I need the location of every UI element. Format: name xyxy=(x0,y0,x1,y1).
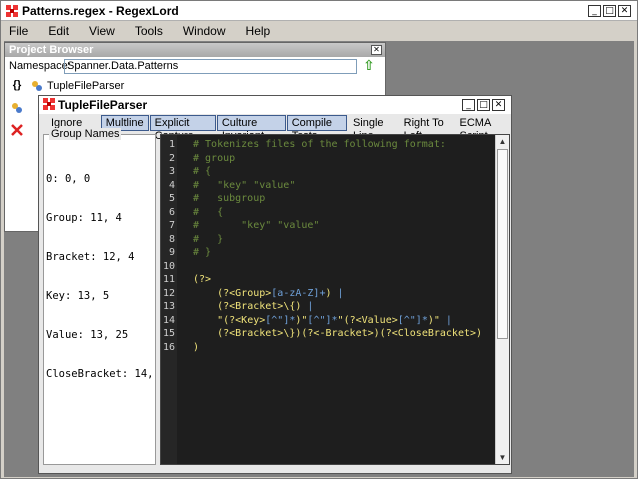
list-item[interactable]: CloseBracket: 14, 3 xyxy=(46,368,166,381)
line-number: 5 xyxy=(168,193,175,204)
pattern-editor-window: TupleFileParser _ □ ✕ Ignore Case Multli… xyxy=(38,95,512,474)
list-item[interactable]: Key: 13, 5 xyxy=(46,290,166,303)
code-line: # "key" "value" xyxy=(193,179,296,191)
project-browser-title[interactable]: Project Browser xyxy=(5,43,385,57)
add-pattern-icon[interactable] xyxy=(9,101,25,123)
code-line: "(?<Key>[^"]*)"[^"]*"(?<Value>[^"]*)" | xyxy=(193,314,452,326)
namespace-label: Namespace: xyxy=(9,60,71,72)
line-number: 16 xyxy=(162,341,175,353)
ecma-script-toggle[interactable]: ECMA Script xyxy=(455,115,510,142)
code-line: # } xyxy=(193,233,224,245)
group-names-list: 0: 0, 0 Group: 11, 4 Bracket: 12, 4 Key:… xyxy=(46,147,166,407)
code-line: (?<Bracket>\{) | xyxy=(217,301,314,312)
group-names-legend: Group Names xyxy=(49,128,122,140)
editor-window-title: TupleFileParser xyxy=(58,98,148,112)
list-item[interactable]: 0: 0, 0 xyxy=(46,173,166,186)
window-title: Patterns.regex - RegexLord xyxy=(22,3,179,18)
menu-file[interactable]: File xyxy=(9,24,28,38)
explicit-capture-toggle[interactable]: Explicit Capture xyxy=(149,115,216,142)
menu-bar: File Edit View Tools Window Help xyxy=(1,21,637,41)
code-line: ) xyxy=(193,341,200,353)
menu-view[interactable]: View xyxy=(89,24,115,38)
editor-vertical-scrollbar[interactable]: ▲ ▼ xyxy=(495,135,509,464)
menu-window[interactable]: Window xyxy=(183,24,226,38)
scrollbar-thumb[interactable] xyxy=(497,149,508,339)
scroll-up-icon[interactable]: ▲ xyxy=(496,135,509,148)
scroll-down-icon[interactable]: ▼ xyxy=(496,451,509,464)
code-line: (?<Bracket>\})(?<-Bracket>)(?<CloseBrack… xyxy=(217,328,483,339)
menu-tools[interactable]: Tools xyxy=(135,24,163,38)
single-line-toggle[interactable]: Single Line xyxy=(348,115,398,142)
line-number: 4 xyxy=(168,179,175,191)
line-number: 11 xyxy=(162,274,175,285)
editor-window-icon xyxy=(43,97,55,113)
list-item[interactable]: Group: 11, 4 xyxy=(46,212,166,225)
go-arrow-icon[interactable]: ⇧ xyxy=(361,58,377,74)
tree-node-label: TupleFileParser xyxy=(47,80,125,92)
editor-minimize-button[interactable]: _ xyxy=(462,99,475,111)
main-titlebar[interactable]: Patterns.regex - RegexLord _ □ ✕ xyxy=(1,1,637,21)
line-number: 9 xyxy=(168,247,175,258)
minimize-button[interactable]: _ xyxy=(588,4,601,17)
line-number: 1 xyxy=(168,139,175,150)
pattern-icon xyxy=(32,81,42,91)
project-browser-toolbar: {} xyxy=(9,79,25,145)
compile-tests-toggle[interactable]: Compile Tests xyxy=(286,115,347,142)
line-number: 12 xyxy=(162,287,175,299)
regex-code-editor[interactable]: 1 # Tokenizes files of the following form… xyxy=(160,134,510,465)
menu-help[interactable]: Help xyxy=(246,24,271,38)
delete-icon[interactable] xyxy=(9,123,25,145)
code-line: # } xyxy=(193,247,212,258)
line-number: 8 xyxy=(168,233,175,245)
tree-node[interactable]: TupleFileParser xyxy=(30,79,124,93)
app-icon xyxy=(5,4,19,18)
line-number: 3 xyxy=(168,166,175,177)
menu-edit[interactable]: Edit xyxy=(48,24,69,38)
code-line: # Tokenizes files of the following forma… xyxy=(193,139,446,150)
editor-titlebar[interactable]: TupleFileParser _ □ ✕ xyxy=(39,96,511,114)
list-item[interactable]: Bracket: 12, 4 xyxy=(46,251,166,264)
maximize-button[interactable]: □ xyxy=(603,4,616,17)
code-line: # subgroup xyxy=(193,193,266,204)
line-number: 13 xyxy=(162,301,175,312)
code-line: # { xyxy=(193,166,212,177)
project-browser-close-button[interactable]: ✕ xyxy=(371,45,382,55)
line-number: 6 xyxy=(168,206,175,218)
code-line: # "key" "value" xyxy=(193,220,320,231)
editor-close-button[interactable]: ✕ xyxy=(492,99,505,111)
list-item[interactable]: Value: 13, 25 xyxy=(46,329,166,342)
code-line: (?> xyxy=(193,274,212,285)
namespace-input[interactable]: Spanner.Data.Patterns xyxy=(64,59,357,74)
line-number: 14 xyxy=(162,314,175,326)
right-to-left-toggle[interactable]: Right To Left xyxy=(399,115,454,142)
close-button[interactable]: ✕ xyxy=(618,4,631,17)
line-number: 15 xyxy=(162,328,175,339)
code-line: # { xyxy=(193,206,224,218)
braces-icon[interactable]: {} xyxy=(9,79,25,101)
code-line: # group xyxy=(193,152,236,164)
line-number: 2 xyxy=(168,152,175,164)
group-names-panel: Group Names 0: 0, 0 Group: 11, 4 Bracket… xyxy=(43,128,166,465)
culture-invariant-toggle[interactable]: Culture Invariant xyxy=(216,115,286,142)
line-number: 7 xyxy=(168,220,175,231)
editor-maximize-button[interactable]: □ xyxy=(477,99,490,111)
code-line: (?<Group>[a-zA-Z]+) | xyxy=(217,287,344,299)
line-number: 10 xyxy=(162,260,175,272)
